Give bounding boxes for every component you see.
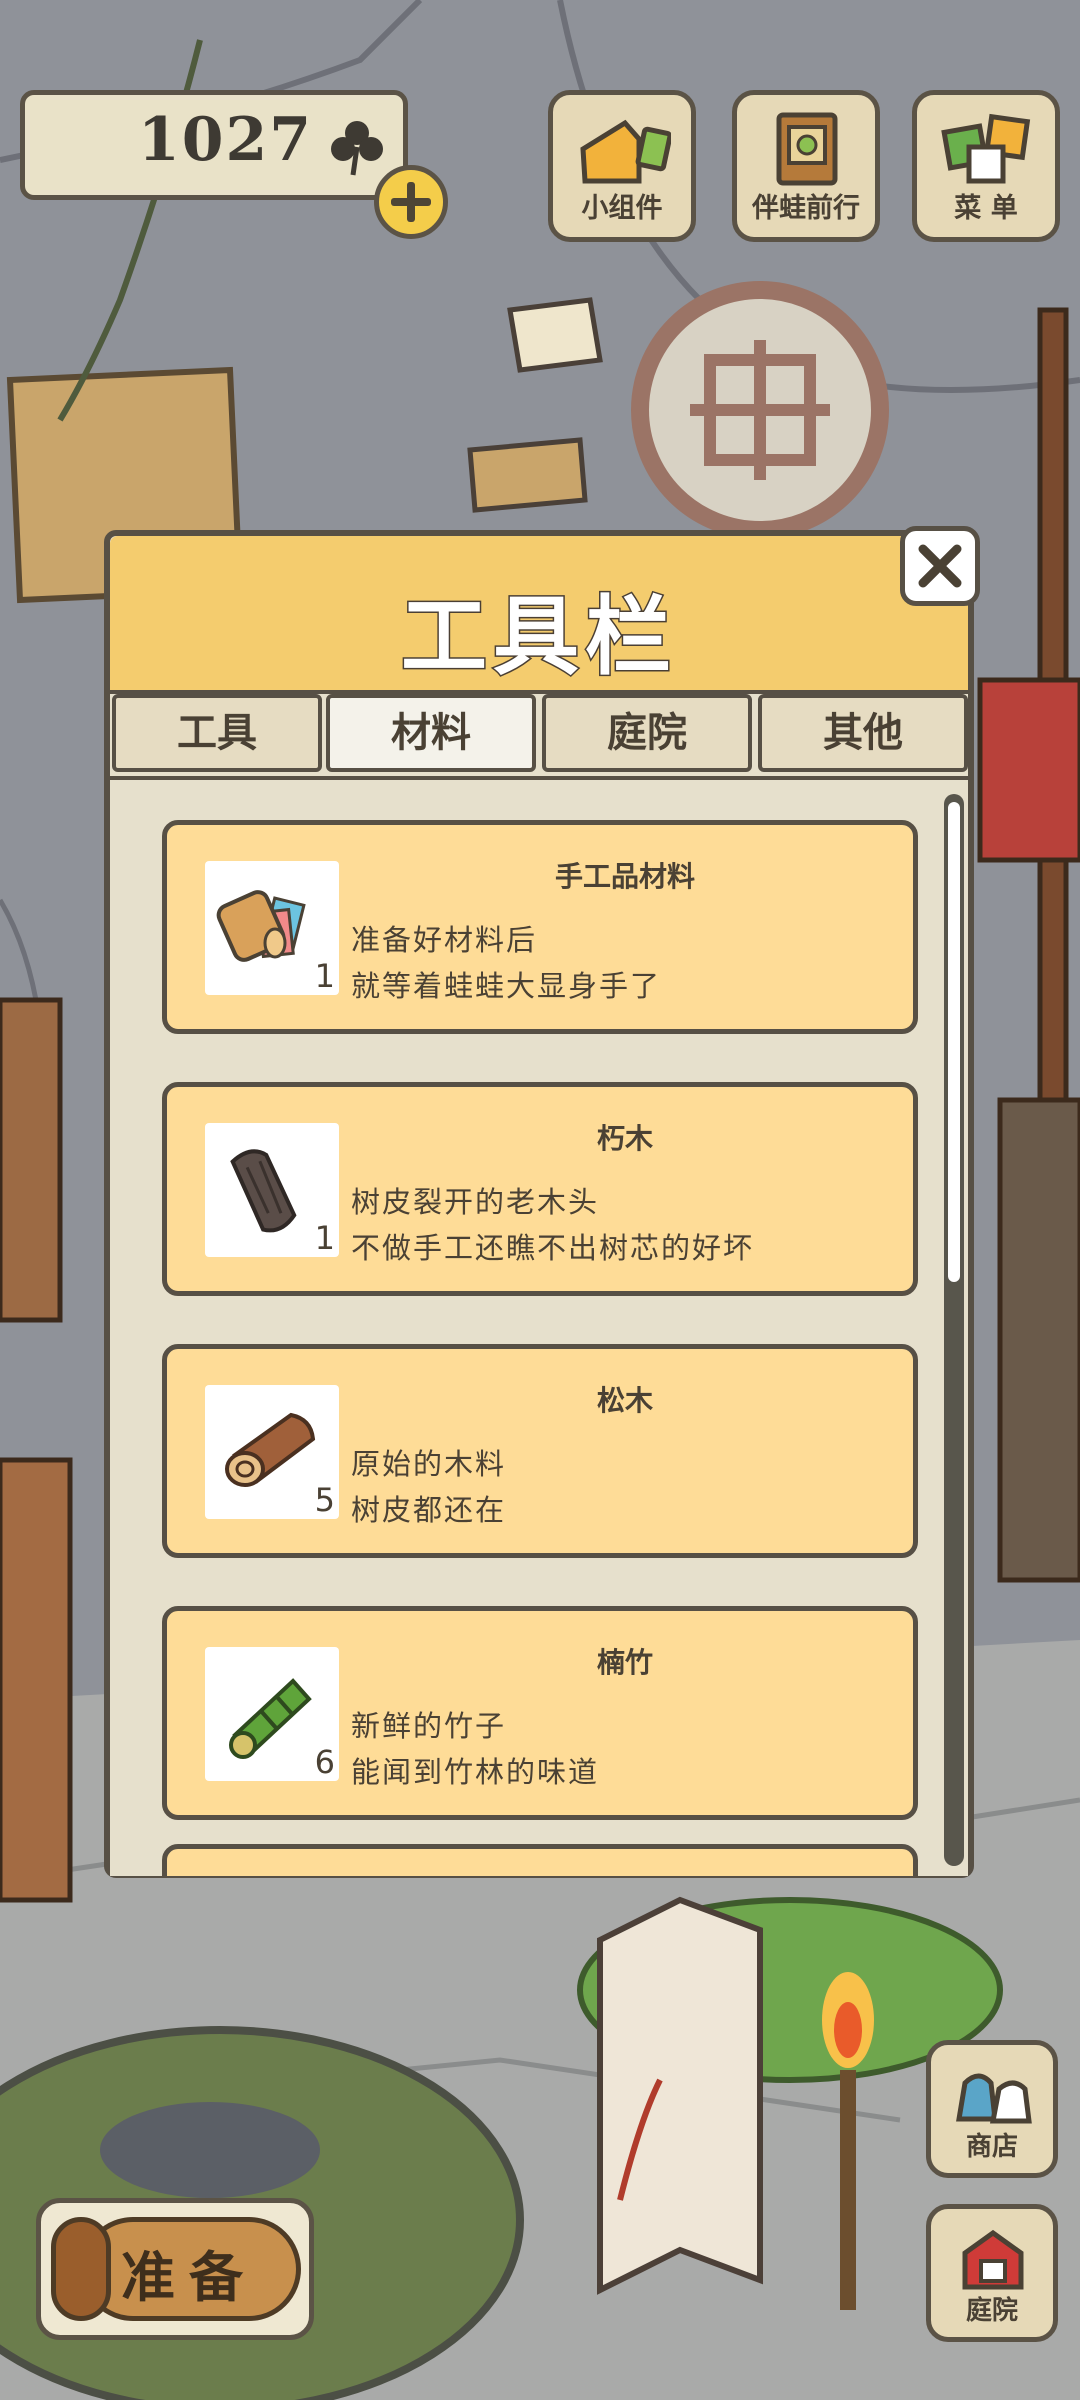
tab-bar: 工具 材料 庭院 其他 (110, 694, 968, 776)
item-name: 楠竹 (596, 1646, 653, 1679)
shop-button-label: 商店 (965, 2132, 1018, 2162)
item-description-line2: 就等着蛙蛙大显身手了 (351, 969, 662, 1003)
list-item-partial[interactable] (162, 1844, 918, 1876)
tab-materials[interactable]: 材料 (326, 694, 536, 772)
modal-title: 工具栏 (401, 587, 677, 687)
list-item[interactable]: 1 朽木 树皮裂开的老木头 不做手工还瞧不出树芯的好坏 (162, 1082, 918, 1296)
menu-button-label: 菜 单 (954, 193, 1018, 224)
yard-button-label: 庭院 (965, 2296, 1018, 2326)
toolbar-modal: 工具栏 工具栏 工具 材料 庭院 其他 1 手工品材料 准备好材料后 就等着蛙蛙… (104, 526, 980, 1878)
tab-yard[interactable]: 庭院 (542, 694, 752, 772)
add-clover-button[interactable] (374, 165, 448, 239)
yard-house-icon (962, 2229, 1024, 2290)
item-count: 1 (314, 957, 335, 995)
pine-wood-icon (225, 1412, 316, 1487)
list-item[interactable]: 1 手工品材料 准备好材料后 就等着蛙蛙大显身手了 (162, 820, 918, 1034)
journey-button[interactable]: 伴蛙前行 (732, 90, 880, 242)
rotten-wood-icon (230, 1149, 297, 1233)
item-count: 5 (314, 1481, 335, 1519)
modal-header: 工具栏 工具栏 (110, 536, 968, 694)
tab-other[interactable]: 其他 (758, 694, 968, 772)
menu-button[interactable]: 菜 单 (912, 90, 1060, 242)
item-description-line1: 准备好材料后 (351, 923, 538, 957)
widget-icon (580, 119, 671, 184)
prepare-button[interactable]: 准备 (36, 2198, 314, 2340)
list-item[interactable]: 6 楠竹 新鲜的竹子 能闻到竹林的味道 (162, 1606, 918, 1820)
journal-icon (776, 112, 838, 186)
tab-tools[interactable]: 工具 (112, 694, 322, 772)
bamboo-icon (229, 1678, 312, 1759)
clover-icon (331, 121, 383, 176)
close-icon (918, 544, 962, 588)
item-thumbnail: 1 (205, 861, 339, 995)
widget-button[interactable]: 小组件 (548, 90, 696, 242)
item-description-line2: 树皮都还在 (351, 1493, 507, 1527)
journey-button-label: 伴蛙前行 (752, 193, 860, 224)
item-count: 6 (314, 1743, 335, 1781)
item-name: 松木 (596, 1384, 653, 1417)
item-thumbnail: 1 (205, 1123, 339, 1257)
item-description-line1: 树皮裂开的老木头 (351, 1185, 600, 1219)
scrollbar-thumb[interactable] (948, 802, 960, 1282)
clover-count: 1027 (138, 105, 313, 175)
item-name: 朽木 (596, 1122, 653, 1155)
item-count: 1 (314, 1219, 335, 1257)
shop-button[interactable]: 商店 (926, 2040, 1058, 2178)
item-thumbnail: 5 (205, 1385, 339, 1519)
close-button[interactable] (900, 526, 980, 606)
item-description-line2: 不做手工还瞧不出树芯的好坏 (351, 1231, 755, 1265)
item-name: 手工品材料 (554, 860, 695, 893)
item-description-line1: 新鲜的竹子 (351, 1709, 507, 1743)
list-item[interactable]: 5 松木 原始的木料 树皮都还在 (162, 1344, 918, 1558)
item-description-line2: 能闻到竹林的味道 (351, 1755, 600, 1789)
yard-button[interactable]: 庭院 (926, 2204, 1058, 2342)
item-thumbnail: 6 (205, 1647, 339, 1781)
item-list[interactable]: 1 手工品材料 准备好材料后 就等着蛙蛙大显身手了 1 朽木 树皮裂开的老木头 … (110, 776, 968, 1876)
menu-icon (941, 113, 1031, 184)
prepare-button-label: 准备 (121, 2246, 257, 2309)
item-description-line1: 原始的木料 (351, 1447, 507, 1481)
shop-bags-icon (956, 2073, 1032, 2124)
craft-materials-icon (216, 890, 306, 962)
widget-button-label: 小组件 (581, 193, 663, 224)
clover-counter: 1027 (20, 90, 408, 200)
